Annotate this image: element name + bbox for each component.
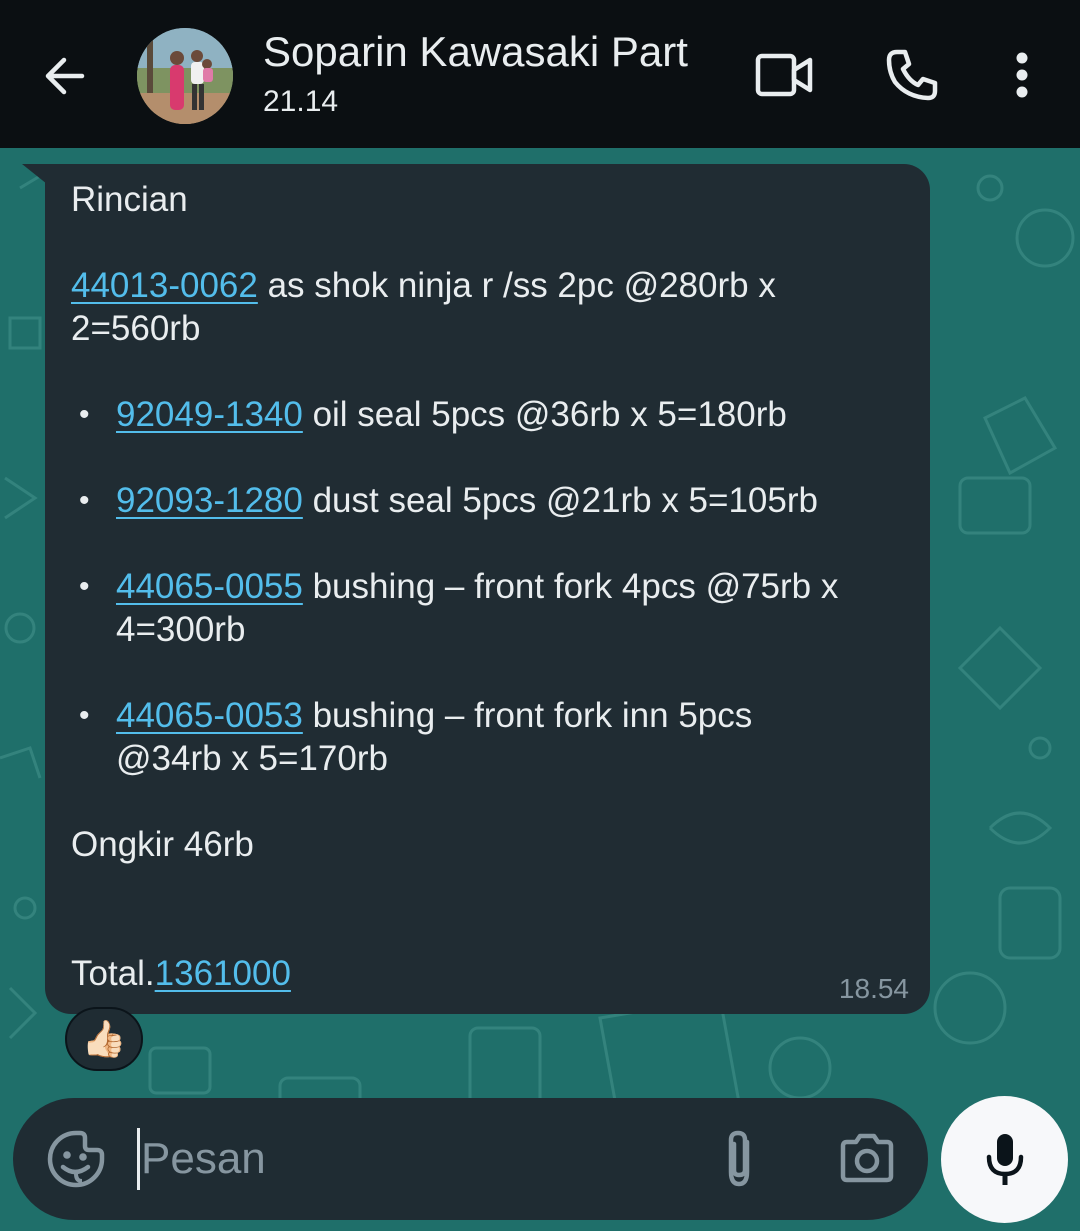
back-arrow-icon: [45, 57, 85, 95]
list-item: • 92049-1340 oil seal 5pcs @36rb x 5=180…: [71, 393, 900, 436]
thumbs-up-emoji: 👍🏻: [81, 1018, 127, 1059]
message-input[interactable]: Pesan: [137, 1126, 697, 1192]
message-reaction[interactable]: 👍🏻: [65, 1007, 143, 1071]
item-description: dust seal 5pcs @21rb x 5=105rb: [302, 481, 818, 520]
chat-header: Soparin Kawasaki Part 21.14: [0, 0, 1080, 148]
item-description-cont: 2=560rb: [71, 309, 201, 348]
total-line: Total.1361000: [71, 952, 900, 995]
list-item: • 44065-0055 bushing – front fork 4pcs @…: [71, 565, 900, 651]
message-line-first-item: 44013-0062 as shok ninja r /ss 2pc @280r…: [71, 264, 900, 350]
message-heading: Rincian: [71, 180, 188, 219]
item-description-cont: @34rb x 5=170rb: [116, 739, 388, 778]
bullet-icon: •: [79, 484, 90, 517]
camera-button[interactable]: [839, 1132, 895, 1184]
more-options-button[interactable]: [996, 44, 1048, 106]
emoji-button[interactable]: [45, 1128, 107, 1190]
part-number-link[interactable]: 44065-0053: [116, 696, 303, 735]
contact-name: Soparin Kawasaki Part: [263, 28, 688, 75]
voice-call-icon: [886, 49, 938, 101]
part-number-link[interactable]: 44013-0062: [71, 266, 258, 305]
avatar-photo: [137, 28, 233, 124]
text-caret: [137, 1128, 140, 1190]
message-bubble[interactable]: Rincian 44013-0062 as shok ninja r /ss 2…: [45, 164, 930, 1014]
item-description: as shok ninja r /ss 2pc @280rb x: [257, 266, 776, 305]
camera-icon: [840, 1133, 894, 1183]
message-placeholder: Pesan: [141, 1134, 266, 1183]
attach-button[interactable]: [717, 1128, 761, 1190]
contact-last-seen: 21.14: [263, 85, 339, 118]
item-description: oil seal 5pcs @36rb x 5=180rb: [302, 395, 787, 434]
more-options-icon: [1016, 52, 1028, 98]
video-call-button[interactable]: [752, 46, 816, 104]
attachment-icon: [728, 1130, 750, 1187]
chat-title-area[interactable]: Soparin Kawasaki Part 21.14: [263, 26, 733, 122]
back-button[interactable]: [32, 44, 96, 108]
list-item: • 92093-1280 dust seal 5pcs @21rb x 5=10…: [71, 479, 900, 522]
item-description: bushing – front fork 4pcs @75rb x: [302, 567, 839, 606]
contact-avatar[interactable]: [137, 28, 233, 124]
message-timestamp: 18.54: [838, 973, 909, 1004]
bullet-icon: •: [79, 398, 90, 431]
video-call-icon: [755, 53, 813, 97]
part-number-link[interactable]: 44065-0055: [116, 567, 303, 606]
total-label: Total.: [71, 954, 155, 993]
emoji-sticker-icon: [47, 1130, 105, 1188]
bullet-icon: •: [79, 699, 90, 732]
shipping-cost: Ongkir 46rb: [71, 825, 254, 864]
voice-message-button[interactable]: [941, 1096, 1068, 1223]
message-composer: Pesan: [13, 1098, 928, 1220]
microphone-icon: [986, 1133, 1023, 1185]
item-description-cont: 4=300rb: [116, 610, 246, 649]
total-value-link[interactable]: 1361000: [155, 954, 291, 993]
item-description: bushing – front fork inn 5pcs: [302, 696, 753, 735]
list-item: • 44065-0053 bushing – front fork inn 5p…: [71, 694, 900, 780]
part-number-link[interactable]: 92049-1340: [116, 395, 303, 434]
voice-call-button[interactable]: [880, 44, 944, 106]
part-number-link[interactable]: 92093-1280: [116, 481, 303, 520]
bullet-icon: •: [79, 570, 90, 603]
